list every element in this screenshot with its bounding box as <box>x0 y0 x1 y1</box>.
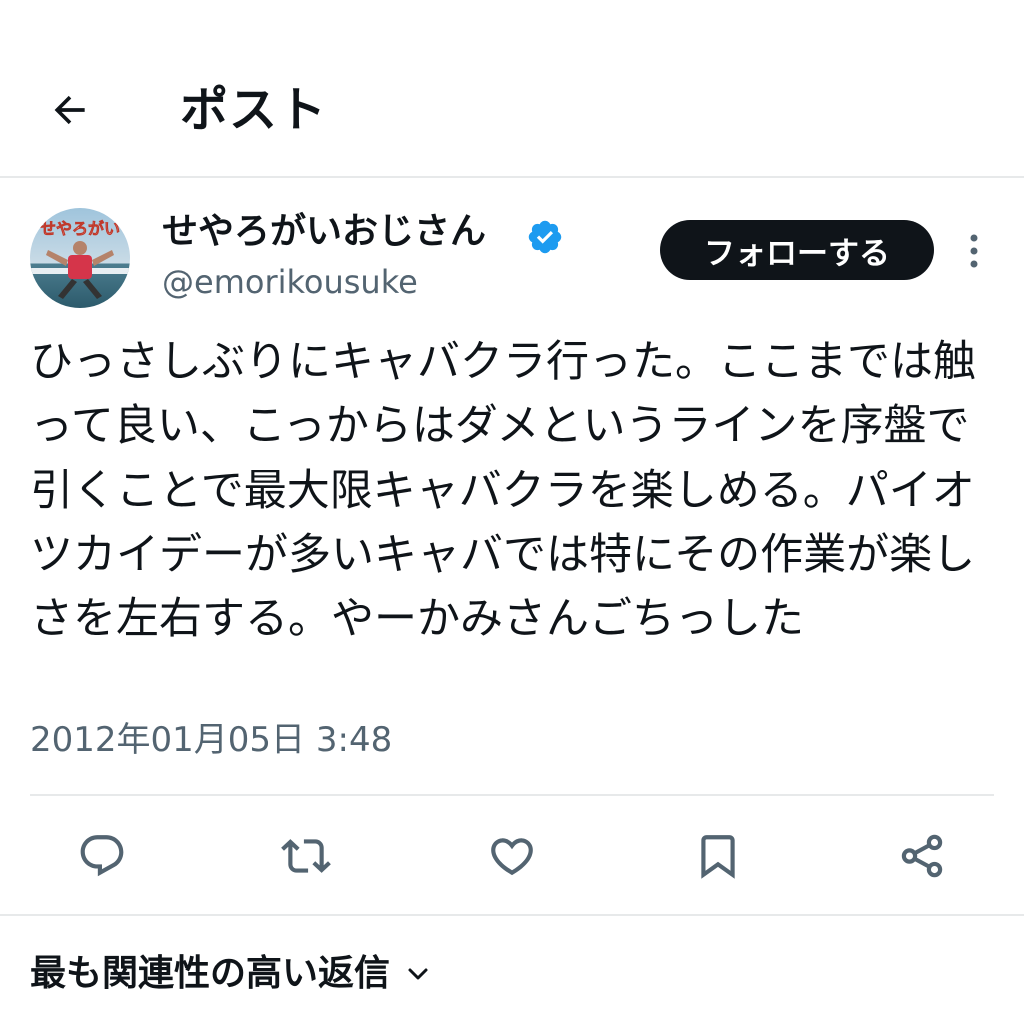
replies-sort-label: 最も関連性の高い返信 <box>30 953 391 994</box>
bookmark-button[interactable] <box>690 828 746 884</box>
avatar[interactable]: せやろがい <box>30 208 130 308</box>
share-button[interactable] <box>894 828 950 884</box>
share-icon <box>901 834 943 878</box>
header-bar: ポスト <box>0 0 1024 178</box>
like-button[interactable] <box>484 828 540 884</box>
reply-icon <box>80 835 124 877</box>
more-vertical-icon <box>970 234 978 268</box>
verified-badge-icon <box>528 220 562 254</box>
tweet-timestamp[interactable]: 2012年01月05日 3:48 <box>30 716 392 764</box>
bookmark-icon <box>701 835 735 879</box>
follow-button[interactable]: フォローする <box>660 220 934 280</box>
divider <box>30 794 994 796</box>
reply-button[interactable] <box>74 828 130 884</box>
page-title: ポスト <box>180 82 328 138</box>
back-button[interactable] <box>38 78 102 142</box>
author-handle[interactable]: @emorikousuke <box>162 260 418 304</box>
author-name[interactable]: せやろがいおじさん <box>162 208 486 256</box>
chevron-down-icon <box>404 960 432 988</box>
repost-icon <box>281 839 331 873</box>
heart-icon <box>491 838 533 876</box>
avatar-image: せやろがい <box>30 208 130 308</box>
avatar-text: せやろがい <box>40 219 120 238</box>
arrow-left-icon <box>54 95 85 125</box>
more-options-button[interactable] <box>956 226 992 276</box>
tweet-text: ひっさしぶりにキャバクラ行った。ここまでは触って良い、こっからはダメというライン… <box>30 337 976 645</box>
repost-button[interactable] <box>278 828 334 884</box>
replies-sort-dropdown[interactable]: 最も関連性の高い返信 <box>30 948 432 1000</box>
post-detail-page: ポスト せやろがい せやろがいおじさん @emorikousuke フォローする… <box>0 0 1024 1023</box>
divider <box>0 914 1024 916</box>
